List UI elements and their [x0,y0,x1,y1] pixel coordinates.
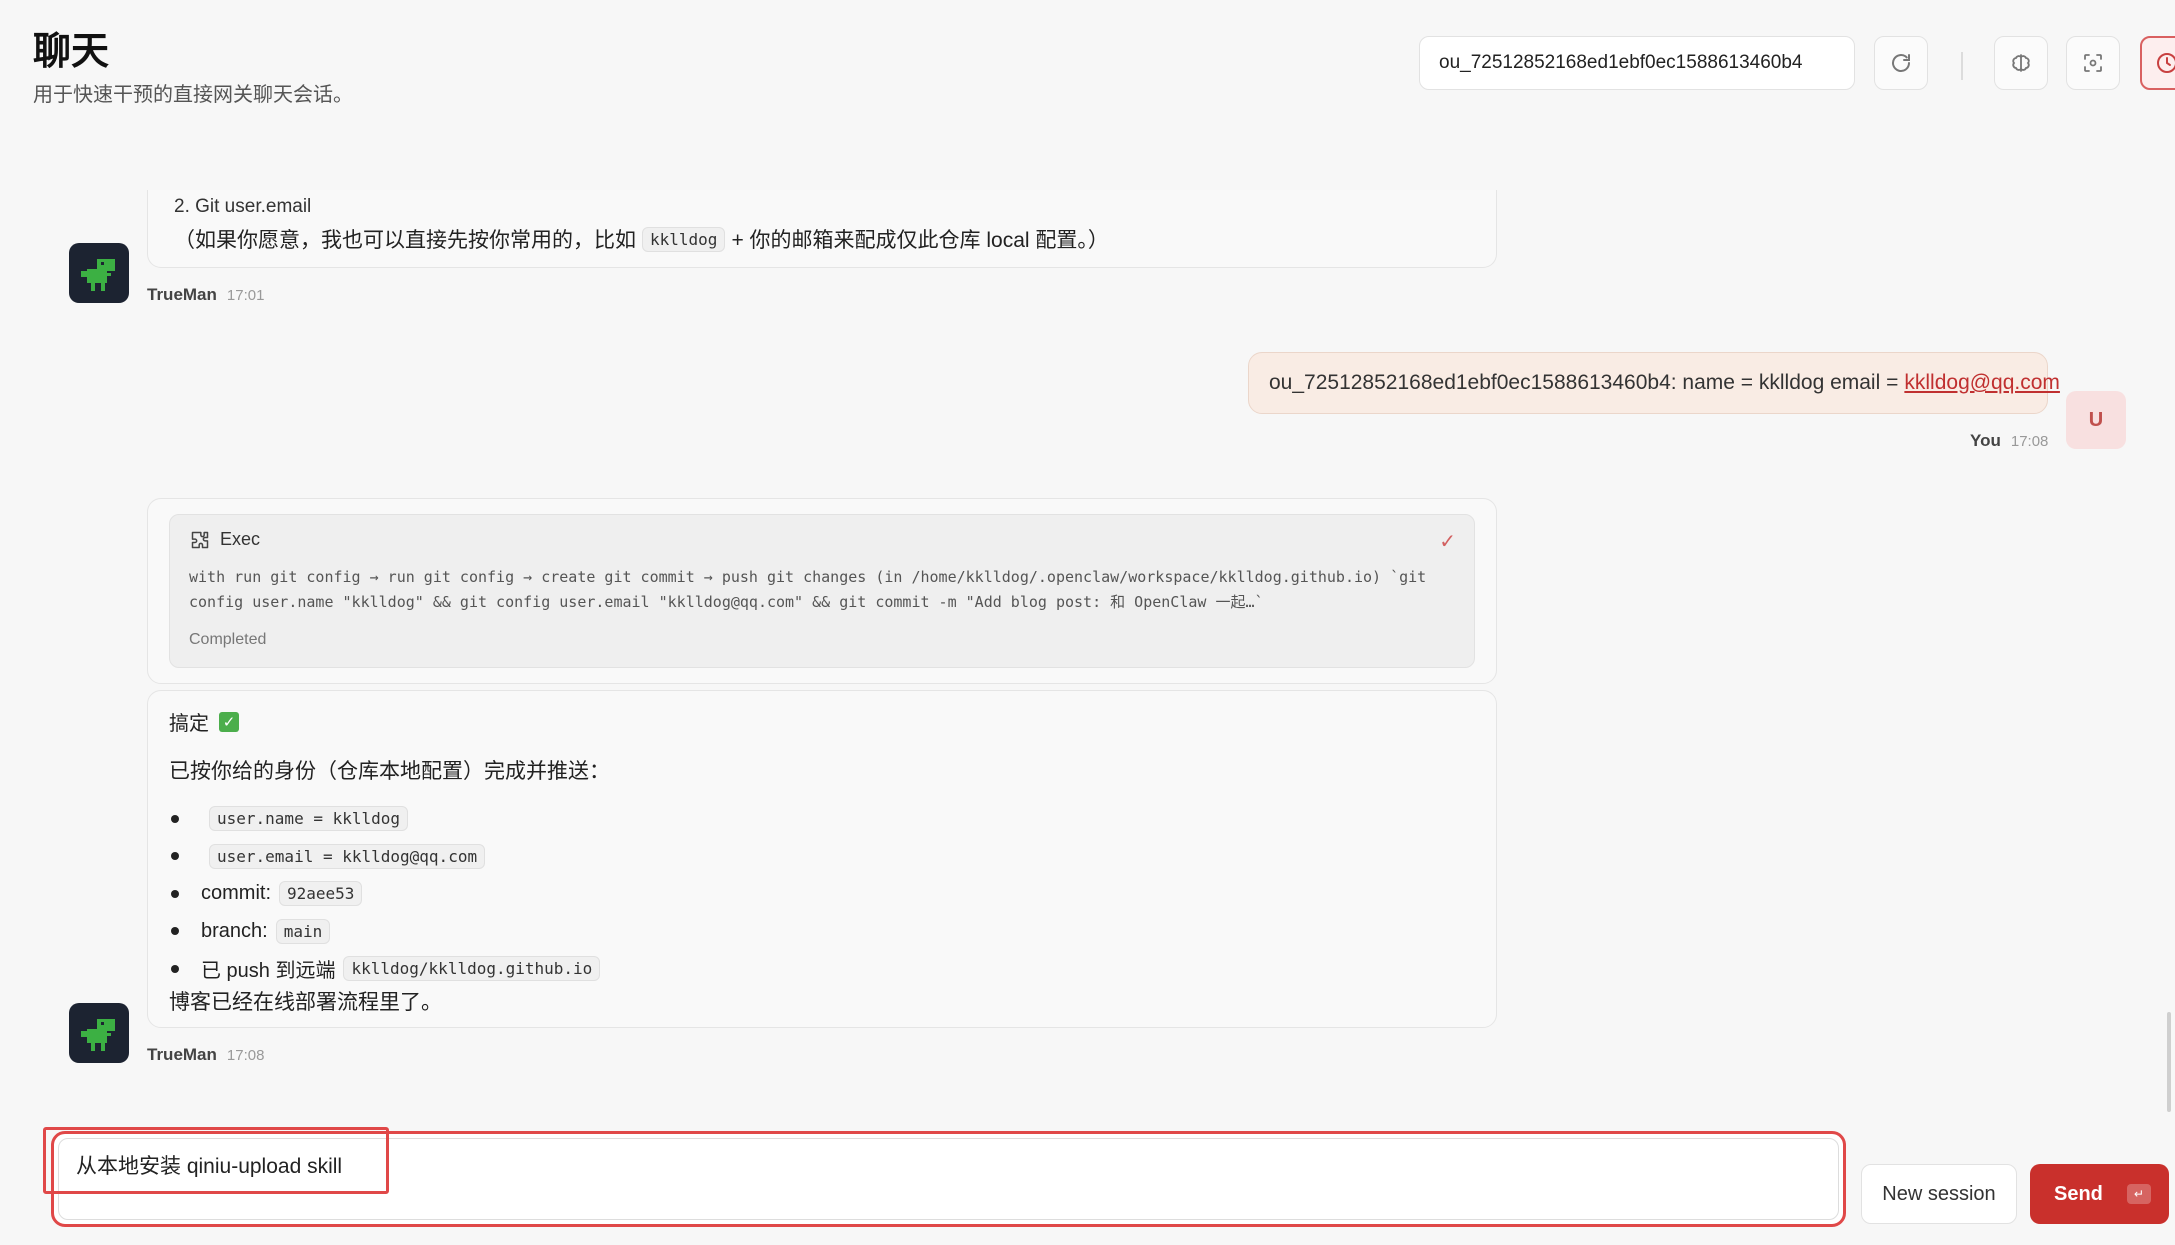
thinking-toggle-button[interactable] [1994,36,2048,90]
exec-title: Exec [190,529,260,550]
exec-tool-card[interactable]: Exec ✓ with run git config → run git con… [169,514,1475,668]
dino-avatar-icon [81,1019,115,1051]
list-item: branch: main [171,913,600,951]
message-meta: TrueMan 17:01 [147,285,264,305]
result-list: user.name = kklldog user.email = kklldog… [171,800,601,988]
clock-icon [2157,53,2175,73]
session-key-input[interactable]: ou_72512852168ed1ebf0ec1588613460b4 [1419,36,1855,90]
page-title: 聊天 [33,31,110,73]
message-text: （如果你愿意，我也可以直接先按你常用的，比如 kklldog + 你的邮箱来配成… [174,224,1109,254]
scrollbar-thumb[interactable] [2167,1012,2171,1112]
chat-page: 聊天 用于快速干预的直接网关聊天会话。 ou_72512852168ed1ebf… [0,0,2175,1245]
composer-frame [51,1131,1846,1227]
page-subtitle: 用于快速干预的直接网关聊天会话。 [33,84,353,106]
list-item: 已 push 到远端 kklldog/kklldog.github.io [171,950,601,988]
message-text: 2. Git user.email [174,196,312,217]
message-input-box[interactable] [58,1138,1839,1220]
sender-name: TrueMan [147,285,217,304]
message-text: ou_72512852168ed1ebf0ec1588613460b4: nam… [1269,371,1899,394]
inline-code: 92aee53 [279,881,363,907]
email-link[interactable]: kklldog@qq.com [1904,371,2060,395]
checkmark-emoji-icon: ✓ [219,711,239,732]
puzzle-icon [191,531,209,548]
send-label: Send [2054,1182,2103,1205]
focus-icon [2084,54,2102,72]
enter-key-icon: ↵ [2126,1184,2151,1204]
list-item: commit: 92aee53 [171,875,600,913]
new-session-button[interactable]: New session [1861,1164,2017,1224]
list-item: user.email = kklldog@qq.com [171,838,600,876]
message-title: 搞定 ✓ [169,707,239,736]
inline-code: kklldog/kklldog.github.io [343,956,601,982]
exec-command: with run git config → run git config → c… [189,568,1427,611]
message-meta: You 17:08 [1970,431,2048,451]
message-input[interactable] [76,1153,1776,1177]
message-time: 17:08 [2010,433,2049,450]
refresh-icon [1892,54,1910,72]
brain-icon [2012,54,2030,72]
inline-code: user.name = kklldog [209,806,409,832]
message-text: 已按你给的身份（仓库本地配置）完成并推送： [169,760,610,783]
message-meta: TrueMan 17:08 [147,1045,264,1065]
user-avatar: U [2066,391,2126,449]
exec-label: Exec [220,529,261,549]
check-icon: ✓ [1439,531,1456,553]
focus-mode-button[interactable] [2066,36,2120,90]
list-item: user.name = kklldog [171,800,600,838]
refresh-button[interactable] [1874,36,1928,90]
dino-avatar-icon [81,259,115,291]
sender-name: You [1970,431,2001,450]
user-message-bubble: ou_72512852168ed1ebf0ec1588613460b4: nam… [1248,352,2060,414]
message-time: 17:01 [226,287,265,304]
inline-code: user.email = kklldog@qq.com [209,843,486,869]
send-button[interactable]: Send ↵ [2030,1164,2169,1224]
inline-code: kklldog [642,226,726,252]
history-button[interactable] [2140,36,2175,90]
message-text: 博客已经在线部署流程里了。 [169,991,442,1014]
message-time: 17:08 [226,1047,265,1064]
assistant-avatar [69,243,129,303]
exec-status: Completed [189,631,267,648]
toolbar-divider [1961,52,1963,80]
assistant-avatar [69,1003,129,1063]
sender-name: TrueMan [147,1045,217,1064]
inline-code: main [275,918,331,944]
